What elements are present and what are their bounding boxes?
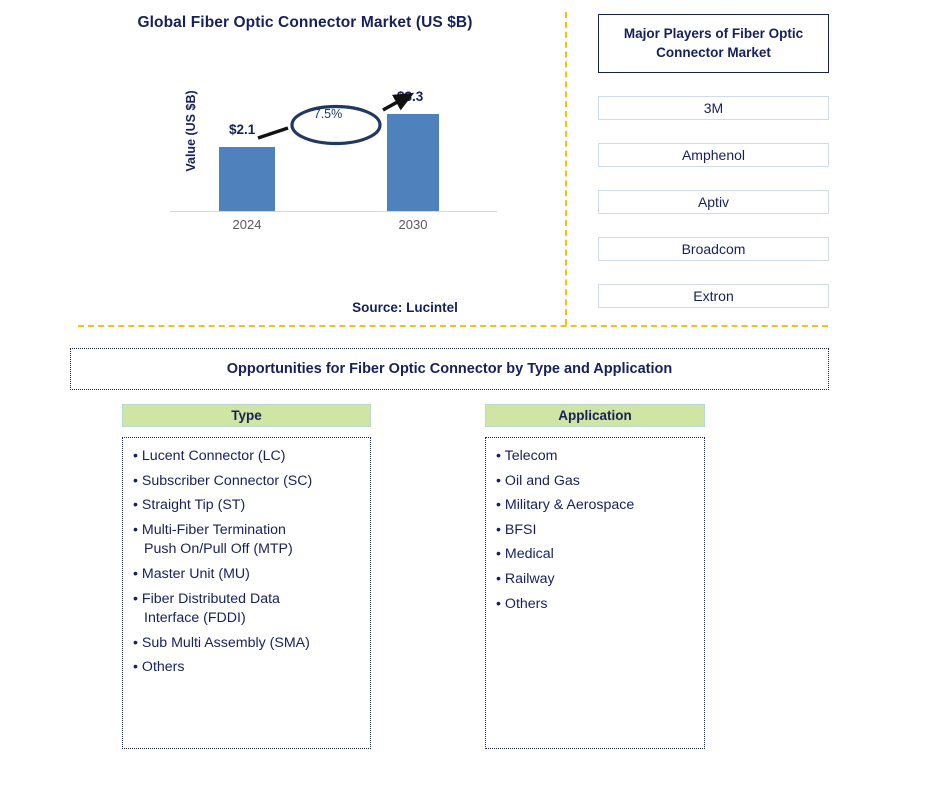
application-list: Telecom Oil and Gas Military & Aerospace…	[496, 447, 702, 614]
player-label: Broadcom	[681, 241, 746, 257]
cagr-value-label: 7.5%	[313, 107, 343, 121]
player-label: Amphenol	[681, 147, 746, 163]
major-players-header: Major Players of Fiber Optic Connector M…	[598, 14, 829, 73]
source-note: Source: Lucintel	[352, 300, 458, 315]
type-list: Lucent Connector (LC) Subscriber Connect…	[133, 447, 368, 678]
list-item: Subscriber Connector (SC)	[133, 472, 368, 492]
opportunities-banner: Opportunities for Fiber Optic Connector …	[70, 348, 829, 390]
chart-title: Global Fiber Optic Connector Market (US …	[137, 14, 473, 31]
type-column-box: Lucent Connector (LC) Subscriber Connect…	[122, 437, 371, 749]
list-item: Railway	[496, 570, 702, 590]
list-item: Multi-Fiber Termination Push On/Pull Off…	[133, 521, 368, 560]
application-column-box: Telecom Oil and Gas Military & Aerospace…	[485, 437, 705, 749]
list-item: Sub Multi Assembly (SMA)	[133, 634, 368, 654]
bar-chart: Value (US $B) $2.1 $3.3 2024 2030 7.5%	[150, 80, 530, 240]
list-item: Oil and Gas	[496, 472, 702, 492]
list-item: Telecom	[496, 447, 702, 467]
list-item: Fiber Distributed Data Interface (FDDI)	[133, 590, 368, 629]
y-axis-label: Value (US $B)	[184, 90, 198, 172]
player-item-aptiv[interactable]: Aptiv	[598, 190, 829, 214]
bar-2024	[219, 147, 275, 211]
major-players-panel: Major Players of Fiber Optic Connector M…	[598, 14, 829, 308]
player-label: Extron	[693, 288, 734, 304]
list-item: Others	[496, 595, 702, 615]
list-item: Military & Aerospace	[496, 496, 702, 516]
player-item-extron[interactable]: Extron	[598, 284, 829, 308]
player-label: 3M	[703, 100, 724, 116]
list-item: Medical	[496, 545, 702, 565]
horizontal-divider	[78, 325, 828, 327]
bar-value-2024: $2.1	[229, 122, 256, 137]
type-column-header: Type	[122, 404, 371, 427]
player-item-broadcom[interactable]: Broadcom	[598, 237, 829, 261]
list-item: Master Unit (MU)	[133, 565, 368, 585]
infographic-page: Global Fiber Optic Connector Market (US …	[0, 0, 937, 787]
x-axis-tick-2024: 2024	[232, 217, 262, 232]
application-column-header: Application	[485, 404, 705, 427]
player-item-amphenol[interactable]: Amphenol	[598, 143, 829, 167]
vertical-divider	[565, 12, 567, 325]
list-item: BFSI	[496, 521, 702, 541]
list-item: Straight Tip (ST)	[133, 496, 368, 516]
list-item: Others	[133, 658, 368, 678]
player-item-3m[interactable]: 3M	[598, 96, 829, 120]
player-label: Aptiv	[697, 194, 730, 210]
x-axis-line	[170, 211, 497, 212]
x-axis-tick-2030: 2030	[398, 217, 428, 232]
list-item: Lucent Connector (LC)	[133, 447, 368, 467]
